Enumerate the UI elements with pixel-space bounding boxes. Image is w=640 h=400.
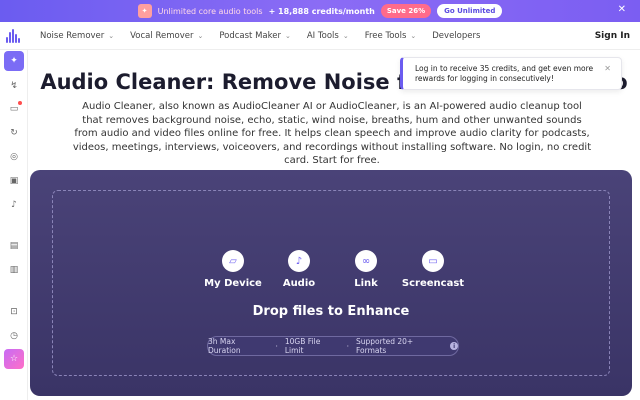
- tooltip-text: Log in to receive 35 credits, and get ev…: [415, 64, 594, 83]
- close-icon[interactable]: ✕: [604, 64, 611, 74]
- sidebar-target-icon[interactable]: ◎: [4, 147, 24, 167]
- sidebar-box-icon[interactable]: ▥: [4, 260, 24, 280]
- limit-duration: 3h Max Duration: [208, 337, 241, 355]
- screen-icon: ▭: [422, 250, 444, 272]
- sidebar-video-icon[interactable]: ▭: [4, 99, 24, 119]
- sidebar-star-icon[interactable]: ☆: [4, 349, 24, 369]
- chevron-down-icon: ⌄: [197, 32, 204, 40]
- link-icon: ∞: [355, 250, 377, 272]
- sidebar-image-icon[interactable]: ▣: [4, 171, 24, 191]
- drop-title: Drop files to Enhance: [252, 304, 410, 319]
- sidebar: ✦ ↯ ▭ ↻ ◎ ▣ ♪ ▤ ▥ ⊡ ◷ ☆: [0, 50, 28, 400]
- chevron-down-icon: ⌄: [342, 32, 349, 40]
- go-unlimited-button[interactable]: Go Unlimited: [437, 4, 503, 18]
- upload-limits: 3h Max Duration · 10GB File Limit · Supp…: [207, 336, 459, 356]
- microphone-icon: ♪: [288, 250, 310, 272]
- top-nav: Noise Remover ⌄ Vocal Remover ⌄ Podcast Ma…: [0, 22, 640, 50]
- sidebar-refresh-icon[interactable]: ↻: [4, 123, 24, 143]
- info-icon[interactable]: i: [450, 342, 458, 350]
- chevron-down-icon: ⌄: [108, 32, 115, 40]
- chevron-down-icon: ⌄: [284, 32, 291, 40]
- sign-in-link[interactable]: Sign In: [595, 31, 630, 41]
- promo-credits: + 18,888 credits/month: [268, 6, 375, 16]
- sidebar-chat-icon[interactable]: ▤: [4, 236, 24, 256]
- nav-item-noise-remover[interactable]: Noise Remover ⌄: [40, 31, 114, 41]
- source-screencast[interactable]: ▭ Screencast: [393, 250, 473, 289]
- save-badge: Save 26%: [380, 4, 432, 18]
- nav-item-free-tools[interactable]: Free Tools ⌄: [365, 31, 417, 41]
- source-label: Screencast: [401, 278, 465, 289]
- nav-item-vocal-remover[interactable]: Vocal Remover ⌄: [130, 31, 203, 41]
- drop-area[interactable]: ▱ My Device ♪ Audio ∞ Link ▭ Screencast …: [52, 190, 610, 376]
- logo-icon[interactable]: [6, 29, 22, 43]
- sidebar-history-icon[interactable]: ◷: [4, 326, 24, 346]
- limit-formats: Supported 20+ Formats: [355, 337, 414, 355]
- chevron-down-icon: ⌄: [410, 32, 417, 40]
- login-reward-tooltip: Log in to receive 35 credits, and get ev…: [400, 57, 622, 90]
- gift-icon: ✦: [137, 4, 152, 18]
- sidebar-noise-icon[interactable]: ✦: [4, 51, 24, 71]
- folder-icon: ▱: [222, 250, 244, 272]
- sidebar-microphone-icon[interactable]: ♪: [4, 195, 24, 215]
- promo-banner: ✦ Unlimited core audio tools + 18,888 cr…: [0, 0, 640, 22]
- nav-item-podcast-maker[interactable]: Podcast Maker ⌄: [219, 31, 291, 41]
- limit-file-size: 10GB File Limit: [284, 337, 321, 355]
- close-icon[interactable]: ✕: [618, 4, 626, 15]
- notification-dot: [18, 101, 22, 105]
- nav-menu: Noise Remover ⌄ Vocal Remover ⌄ Podcast Ma…: [40, 22, 496, 50]
- promo-text: Unlimited core audio tools: [157, 6, 263, 16]
- nav-item-developers[interactable]: Developers: [432, 31, 480, 41]
- sidebar-lock-icon[interactable]: ⊡: [4, 302, 24, 322]
- sidebar-wand-icon[interactable]: ↯: [4, 76, 24, 96]
- nav-item-ai-tools[interactable]: AI Tools ⌄: [307, 31, 349, 41]
- page-description: Audio Cleaner, also known as AudioCleane…: [72, 101, 592, 166]
- upload-panel: ▱ My Device ♪ Audio ∞ Link ▭ Screencast …: [30, 170, 632, 396]
